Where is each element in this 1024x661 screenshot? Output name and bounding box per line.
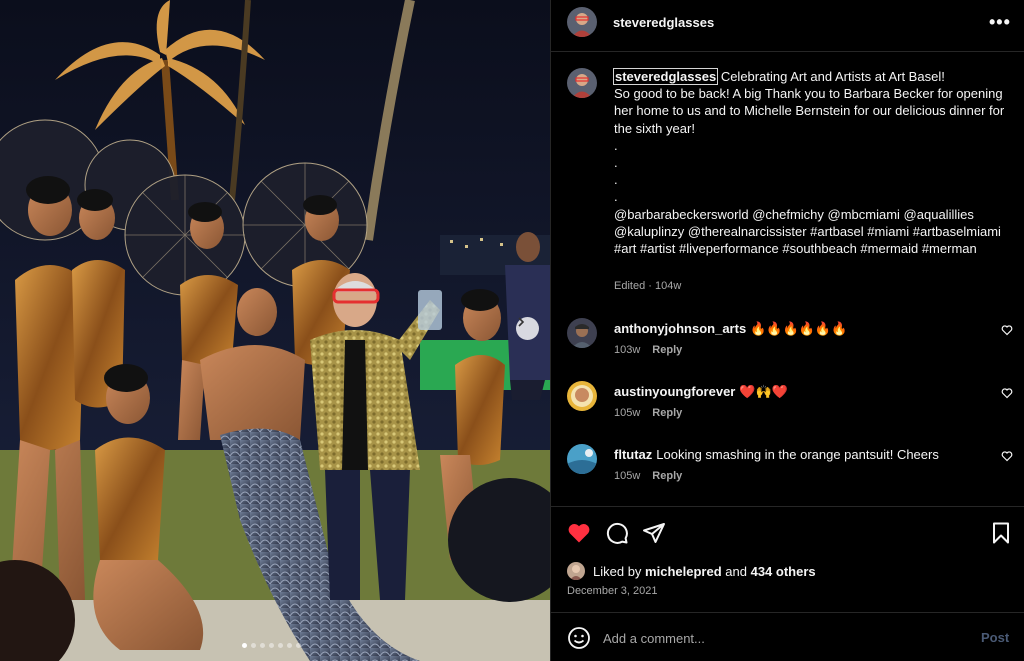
post-side-panel: steveredglasses ••• steveredglasses Cele… — [550, 0, 1024, 661]
comment-item: anthonyjohnson_arts 🔥🔥🔥🔥🔥🔥 103w Reply — [551, 314, 1024, 374]
commenter-avatar[interactable] — [567, 318, 597, 348]
carousel-dot — [251, 643, 256, 648]
commenter-avatar[interactable] — [567, 444, 597, 474]
comment-time: 105w — [614, 470, 641, 482]
bookmark-icon[interactable] — [989, 521, 1013, 545]
carousel-dot — [278, 643, 283, 648]
post-actions: Liked by michelepred and 434 others Dece… — [551, 506, 1024, 612]
carousel-indicator — [242, 643, 301, 648]
comment-body: Looking smashing in the orange pantsuit!… — [656, 447, 939, 462]
comment-item: fltutaz Looking smashing in the orange pa… — [551, 440, 1024, 500]
like-heart-icon[interactable] — [567, 521, 591, 545]
post-header: steveredglasses ••• — [551, 0, 1024, 52]
comment-body: ❤️🙌❤️ — [739, 384, 788, 399]
comment-meta: 105w Reply — [614, 470, 694, 482]
comment-text: fltutaz Looking smashing in the orange pa… — [614, 446, 984, 463]
party-scene-image — [0, 0, 550, 661]
commenter-avatar[interactable] — [567, 381, 597, 411]
comment-like-heart-icon[interactable] — [1001, 324, 1013, 336]
carousel-dot — [296, 643, 301, 648]
comment-username[interactable]: anthonyjohnson_arts — [614, 321, 746, 336]
more-options-icon[interactable]: ••• — [989, 12, 1011, 33]
commenter-avatar-image — [567, 444, 597, 474]
liker-avatar — [567, 562, 585, 580]
liker-avatar-image — [567, 562, 585, 580]
comment-icon[interactable] — [605, 521, 629, 545]
carousel-dot — [242, 643, 247, 648]
commenter-avatar-image — [567, 318, 597, 348]
reply-button[interactable]: Reply — [652, 470, 682, 482]
likes-others-count[interactable]: 434 others — [751, 564, 816, 579]
likes-connector: and — [725, 563, 747, 579]
likes-summary[interactable]: Liked by michelepred and 434 others — [567, 562, 816, 580]
likes-prefix: Liked by — [593, 563, 642, 579]
post-photo[interactable] — [0, 0, 550, 661]
caption-text: steveredglasses Celebrating Art and Arti… — [612, 68, 1009, 257]
post-date: December 3, 2021 — [567, 585, 658, 597]
author-avatar-image — [567, 7, 597, 37]
comment-text: anthonyjohnson_arts 🔥🔥🔥🔥🔥🔥 — [614, 320, 984, 337]
caption-meta: Edited · 104w — [614, 280, 682, 292]
comment-meta: 105w Reply — [614, 407, 694, 419]
comment-body: 🔥🔥🔥🔥🔥🔥 — [750, 321, 848, 336]
comment-time: 103w — [614, 344, 641, 356]
author-username[interactable]: steveredglasses — [613, 15, 714, 30]
reply-button[interactable]: Reply — [652, 344, 682, 356]
caption-avatar[interactable] — [567, 68, 597, 98]
chevron-right-icon — [518, 317, 525, 327]
carousel-next-button[interactable] — [516, 317, 539, 340]
add-comment-bar: Post — [551, 612, 1024, 661]
comment-input[interactable] — [603, 628, 963, 648]
comment-time: 105w — [614, 407, 641, 419]
commenter-avatar-image — [567, 381, 597, 411]
comment-text: austinyoungforever ❤️🙌❤️ — [614, 383, 984, 400]
liker-username[interactable]: michelepred — [645, 564, 722, 579]
author-avatar[interactable] — [567, 7, 597, 37]
carousel-dot — [287, 643, 292, 648]
carousel-dot — [269, 643, 274, 648]
comment-username[interactable]: fltutaz — [614, 447, 652, 462]
caption-username[interactable]: steveredglasses — [612, 68, 719, 85]
comment-item: austinyoungforever ❤️🙌❤️ 105w Reply — [551, 377, 1024, 437]
comment-username[interactable]: austinyoungforever — [614, 384, 735, 399]
caption-avatar-image — [567, 68, 597, 98]
comment-meta: 103w Reply — [614, 344, 694, 356]
caption-body: Celebrating Art and Artists at Art Basel… — [614, 69, 1005, 257]
comments-section[interactable]: steveredglasses Celebrating Art and Arti… — [551, 52, 1024, 506]
emoji-icon[interactable] — [567, 626, 591, 650]
comment-like-heart-icon[interactable] — [1001, 450, 1013, 462]
share-paper-plane-icon[interactable] — [642, 521, 666, 545]
carousel-dot — [260, 643, 265, 648]
post-comment-button[interactable]: Post — [981, 630, 1009, 645]
comment-like-heart-icon[interactable] — [1001, 387, 1013, 399]
reply-button[interactable]: Reply — [652, 407, 682, 419]
